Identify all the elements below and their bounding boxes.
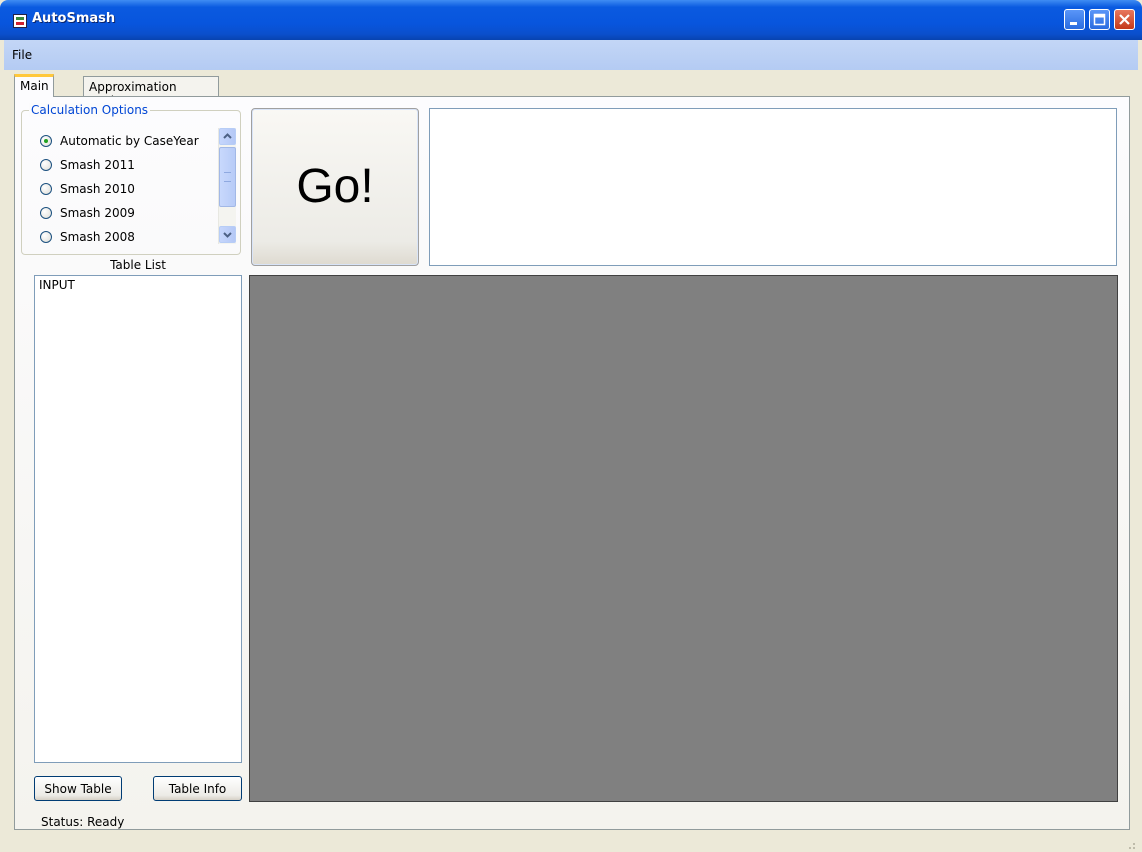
radio-option-smash-2008[interactable]: Smash 2008 [40, 229, 135, 245]
radio-label: Automatic by CaseYear [60, 134, 199, 148]
radio-button[interactable] [40, 231, 52, 243]
scroll-thumb[interactable] [219, 147, 236, 207]
data-grid-view[interactable] [249, 275, 1118, 802]
autosmash-window: AutoSmash File Main Approximation Option… [0, 0, 1142, 852]
tab-main[interactable]: Main [14, 74, 54, 97]
radio-button[interactable] [40, 207, 52, 219]
radio-button[interactable] [40, 183, 52, 195]
radio-label: Smash 2008 [60, 230, 135, 244]
list-item[interactable]: INPUT [39, 278, 75, 292]
app-icon [13, 14, 27, 28]
go-button[interactable]: Go! [251, 108, 419, 266]
tab-approximation-options[interactable]: Approximation Options [83, 76, 219, 108]
radio-option-smash-2009[interactable]: Smash 2009 [40, 205, 135, 221]
calculation-options-legend: Calculation Options [29, 103, 151, 117]
radio-button[interactable] [40, 159, 52, 171]
radio-option-automatic[interactable]: Automatic by CaseYear [40, 133, 199, 149]
maximize-icon [1093, 13, 1106, 26]
radio-label: Smash 2009 [60, 206, 135, 220]
table-list-label: Table List [110, 258, 166, 272]
minimize-button[interactable] [1064, 9, 1085, 30]
maximize-button[interactable] [1089, 9, 1110, 30]
radio-label: Smash 2011 [60, 158, 135, 172]
output-textbox[interactable] [429, 108, 1117, 266]
close-button[interactable] [1114, 9, 1135, 30]
title-bar[interactable]: AutoSmash [0, 0, 1142, 40]
radio-label: Smash 2010 [60, 182, 135, 196]
status-label: Status: Ready [41, 815, 125, 829]
options-scrollbar[interactable] [218, 128, 236, 244]
table-info-button[interactable]: Table Info [153, 776, 242, 801]
radio-button-checked[interactable] [40, 135, 52, 147]
window-title: AutoSmash [32, 11, 116, 26]
menu-bar: File [4, 40, 1138, 70]
chevron-down-icon [223, 232, 232, 238]
close-icon [1119, 14, 1130, 25]
menu-item-file[interactable]: File [12, 48, 32, 62]
minimize-icon [1070, 22, 1077, 25]
scroll-up-button[interactable] [219, 128, 236, 145]
show-table-button[interactable]: Show Table [34, 776, 122, 801]
radio-option-smash-2011[interactable]: Smash 2011 [40, 157, 135, 173]
scroll-down-button[interactable] [219, 226, 236, 243]
table-listbox[interactable]: INPUT [34, 275, 242, 763]
resize-grip-icon[interactable] [1124, 838, 1136, 850]
chevron-up-icon [223, 133, 232, 139]
radio-option-smash-2010[interactable]: Smash 2010 [40, 181, 135, 197]
